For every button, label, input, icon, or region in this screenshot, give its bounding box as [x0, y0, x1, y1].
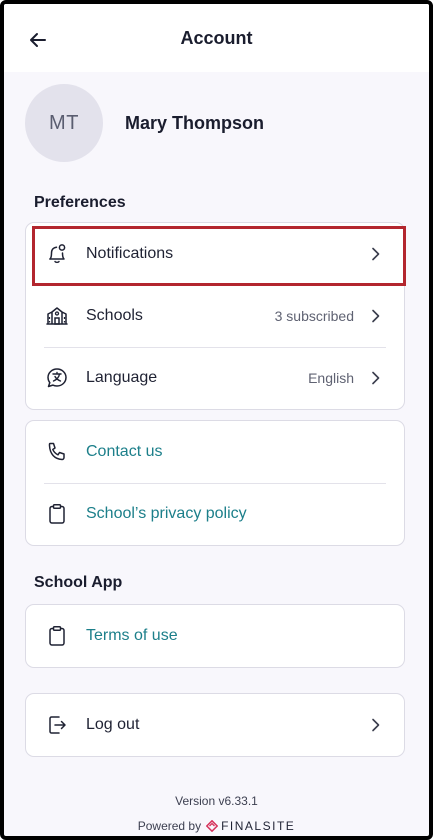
phone-icon [44, 439, 70, 465]
schools-label: Schools [86, 307, 143, 324]
finalsite-wordmark: FINALSITE [221, 819, 296, 833]
preferences-heading: Preferences [34, 194, 126, 211]
finalsite-logo: FINALSITE [206, 819, 295, 833]
chevron-right-icon [368, 308, 384, 324]
header: Account [4, 4, 429, 72]
profile-name: Mary Thompson [125, 112, 265, 133]
schools-row[interactable]: Schools 3 subscribed [26, 285, 404, 347]
preferences-card: Notifications Schools 3 subscribed Langu… [25, 222, 405, 410]
logout-button[interactable]: Log out [26, 694, 404, 756]
contact-us-row[interactable]: Contact us [26, 421, 404, 483]
chevron-right-icon [368, 717, 384, 733]
logout-label: Log out [86, 716, 140, 733]
contact-us-link[interactable]: Contact us [86, 443, 384, 461]
app-frame: Account MT Mary Thompson Preferences Not… [0, 0, 433, 840]
clipboard-icon [44, 623, 70, 649]
language-row[interactable]: Language English [26, 347, 404, 409]
school-building-icon [44, 303, 70, 329]
notifications-row[interactable]: Notifications [26, 223, 404, 285]
powered-by-label: Powered by [137, 819, 202, 833]
bell-icon [44, 241, 70, 267]
school-app-heading: School App [34, 574, 123, 591]
finalsite-mark-icon [206, 820, 219, 832]
support-card: Contact us School’s privacy policy [25, 420, 405, 546]
language-label: Language [86, 369, 158, 386]
language-current-value: English [308, 370, 354, 386]
profile-section: MT Mary Thompson [25, 84, 264, 162]
clipboard-icon [44, 501, 70, 527]
avatar: MT [25, 84, 103, 162]
schools-subscribed-count: 3 subscribed [274, 308, 354, 324]
school-app-card: Terms of use [25, 604, 405, 668]
powered-by: Powered by FINALSITE [4, 819, 429, 833]
privacy-policy-row[interactable]: School’s privacy policy [26, 483, 404, 545]
logout-icon [44, 712, 70, 738]
translate-icon [44, 365, 70, 391]
terms-of-use-row[interactable]: Terms of use [26, 605, 404, 667]
logout-card: Log out [25, 693, 405, 757]
app-version: Version v6.33.1 [175, 794, 258, 808]
page-title: Account [180, 28, 253, 48]
terms-of-use-link[interactable]: Terms of use [86, 627, 384, 645]
chevron-right-icon [368, 246, 384, 262]
privacy-policy-link[interactable]: School’s privacy policy [86, 505, 384, 523]
notifications-label: Notifications [86, 245, 174, 262]
chevron-right-icon [368, 370, 384, 386]
